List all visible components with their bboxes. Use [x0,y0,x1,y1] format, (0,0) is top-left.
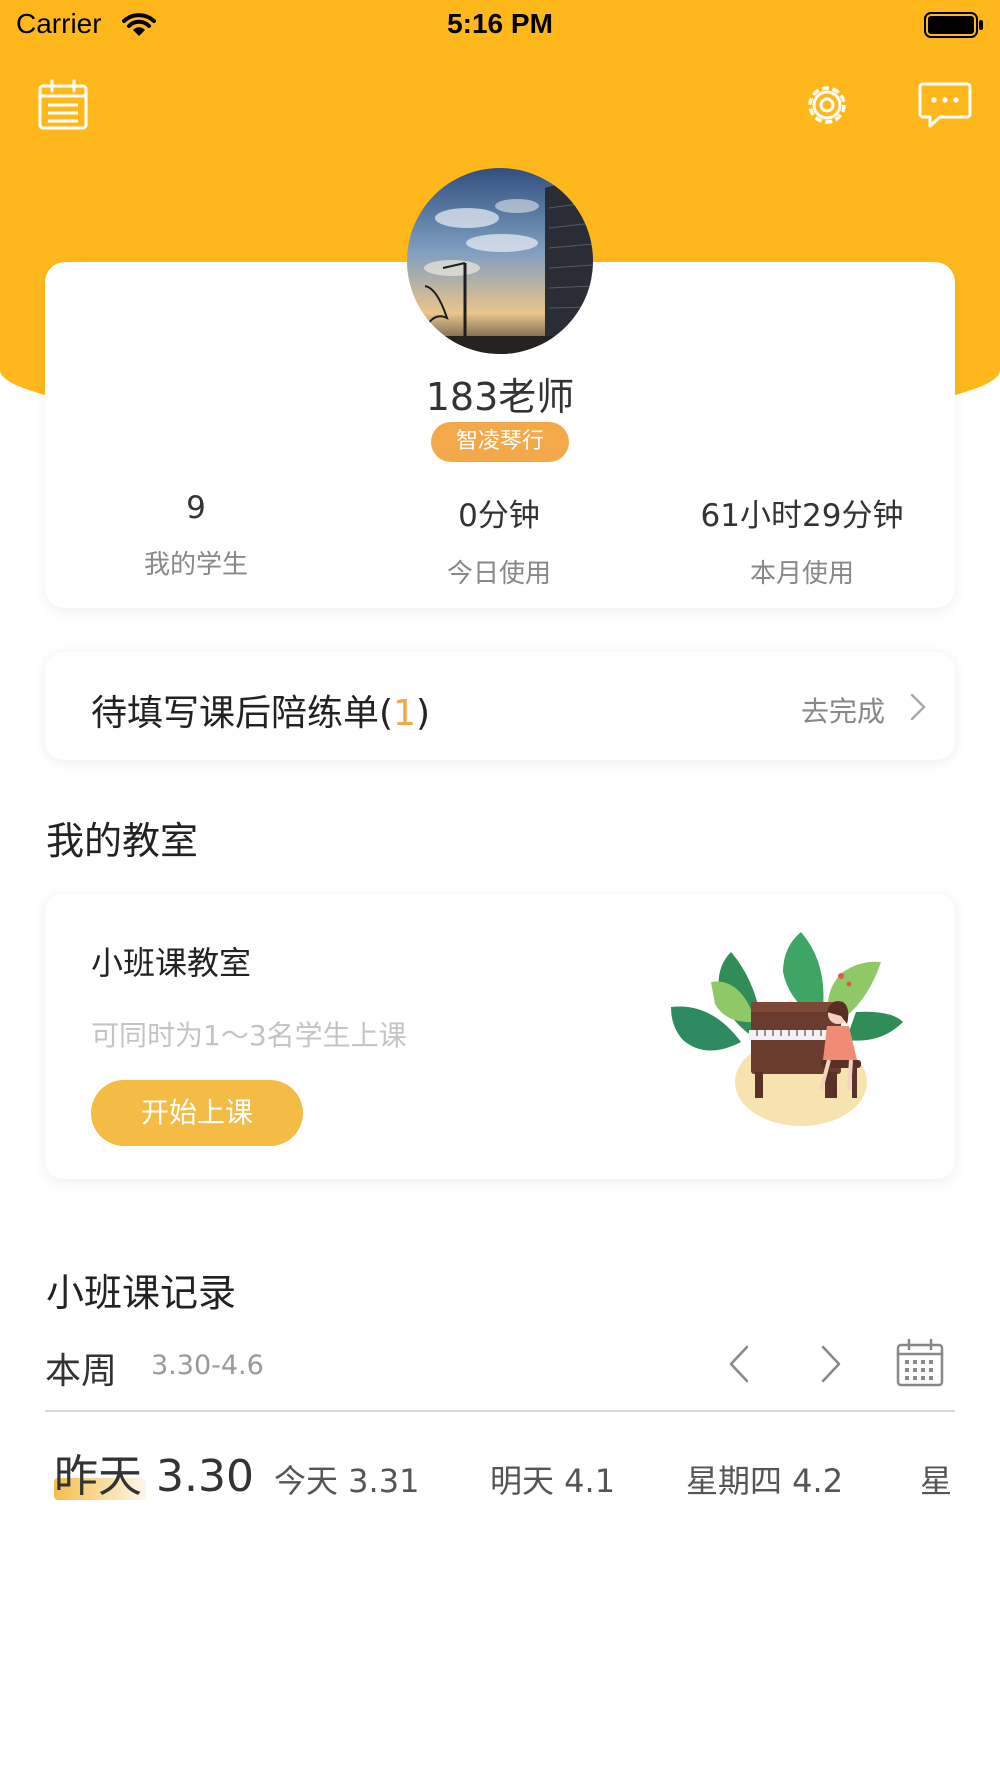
stat-label: 我的学生 [143,550,248,580]
week-label: 本周 [45,1351,118,1392]
day-tab-yesterday[interactable]: 昨天 3.30 [54,1440,254,1504]
calendar-icon[interactable] [36,78,90,132]
avatar[interactable] [407,168,593,354]
day-tabs: 昨天 3.30 今天 3.31 明天 4.1 星期四 4.2 星 [0,1440,1000,1510]
day-tab-today[interactable]: 今天 3.31 [274,1456,419,1502]
stat-value: 9 [186,490,206,526]
classroom-description: 可同时为1～3名学生上课 [91,1019,407,1052]
stat-value: 0分钟 [458,498,540,534]
studio-badge: 智凌琴行 [431,422,569,462]
stat-value: 61小时29分钟 [700,498,904,534]
todo-count: 1 [393,693,416,734]
stat-month-usage[interactable]: 61小时29分钟 本月使用 [652,490,952,590]
todo-practice-sheet-card[interactable]: 待填写课后陪练单(1) 去完成 [45,652,955,760]
classroom-title: 小班课教室 [91,944,252,982]
section-title-classroom: 我的教室 [46,819,199,863]
message-icon[interactable] [918,78,972,132]
battery-icon [924,12,983,38]
stat-students[interactable]: 9 我的学生 [46,490,346,581]
chevron-left-icon[interactable] [727,1344,751,1384]
calendar-icon[interactable] [895,1338,945,1388]
day-tab-thursday[interactable]: 星期四 4.2 [686,1456,843,1502]
start-class-button[interactable]: 开始上课 [91,1080,303,1146]
chevron-right-icon[interactable] [819,1344,843,1384]
todo-title-end: ) [415,693,430,734]
classroom-card[interactable]: 小班课教室 可同时为1～3名学生上课 开始上课 [45,894,955,1179]
day-tab-tomorrow[interactable]: 明天 4.1 [490,1456,615,1502]
chevron-right-icon [910,693,926,721]
week-range: 3.30-4.6 [151,1350,264,1381]
piano-illustration [671,932,903,1126]
day-tab-next[interactable]: 星 [920,1456,952,1502]
todo-title-text: 待填写课后陪练单( [91,693,394,734]
status-time: 5:16 PM [447,8,553,39]
status-bar: Carrier 5:16 PM [0,0,1000,50]
divider [45,1410,955,1412]
todo-title: 待填写课后陪练单(1) [91,684,430,736]
todo-action-label: 去完成 [800,695,885,728]
section-title-records: 小班课记录 [46,1271,237,1315]
stat-label: 本月使用 [749,559,854,589]
teacher-name: 183老师 [425,375,575,419]
gear-icon[interactable] [800,78,854,132]
stat-today-usage[interactable]: 0分钟 今日使用 [349,490,649,590]
stat-label: 今日使用 [446,559,551,589]
week-selector: 本周 3.30-4.6 [45,1338,955,1394]
